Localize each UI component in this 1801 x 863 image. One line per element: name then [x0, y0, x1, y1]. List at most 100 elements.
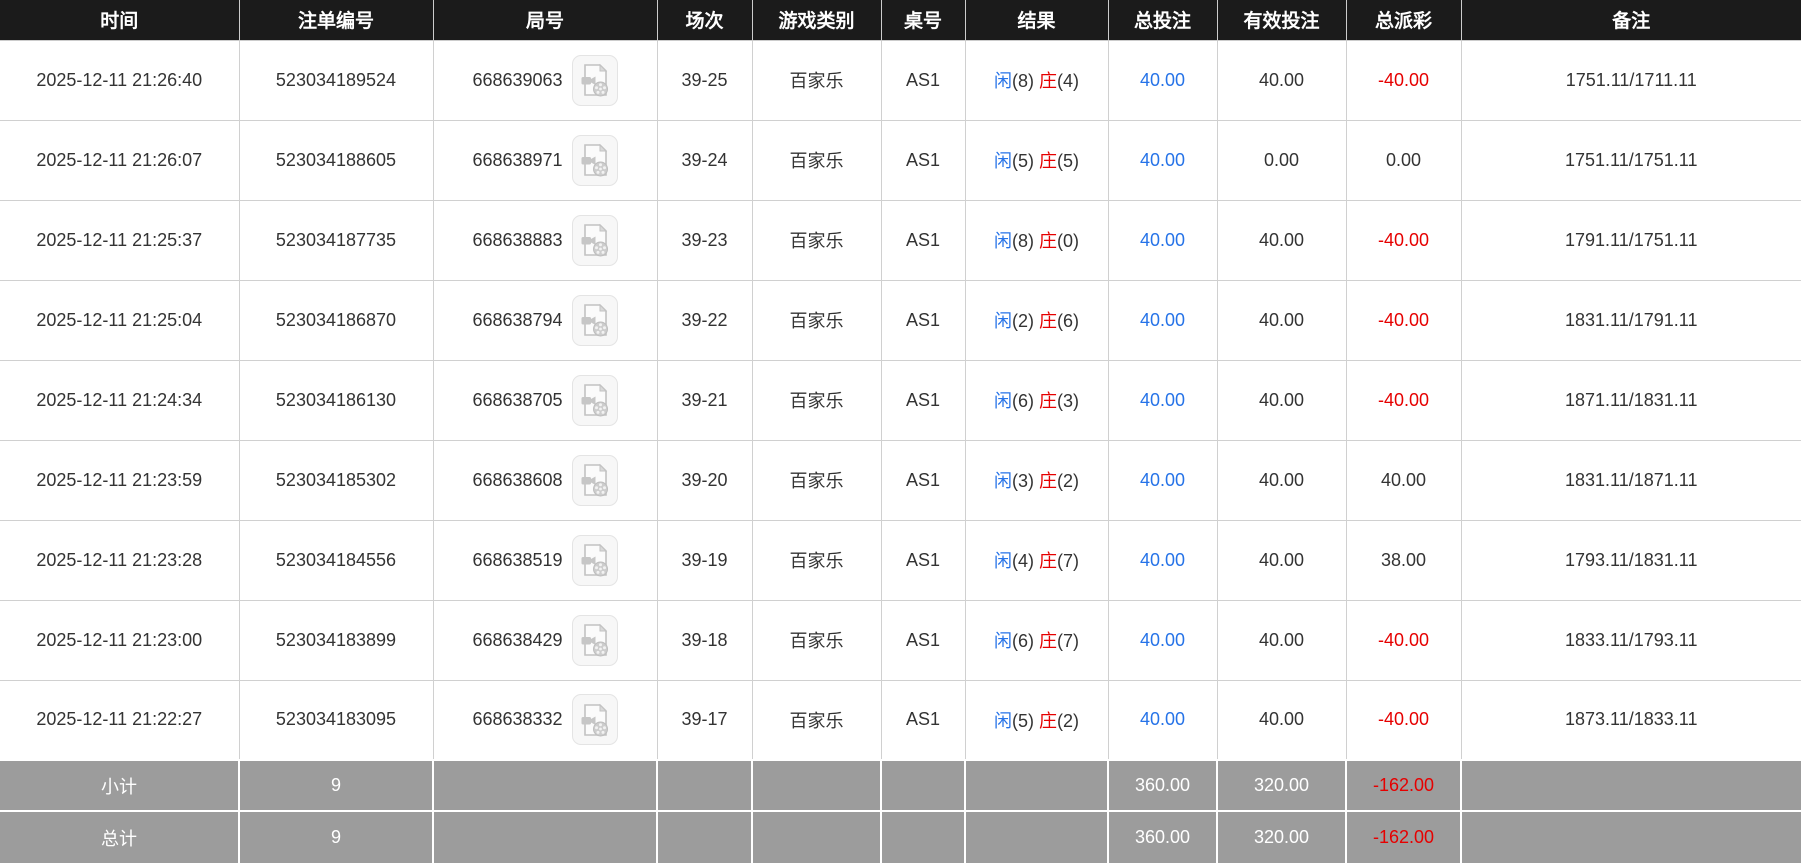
cell-session: 39-20 — [656, 439, 753, 521]
cell-total-bet: 40.00 — [1107, 39, 1218, 121]
video-file-icon — [581, 223, 608, 257]
cell-total-bet: 40.00 — [1107, 439, 1218, 521]
cell-result: 闲(3) 庄(2) — [964, 439, 1109, 521]
round-id-text: 668639063 — [472, 69, 563, 90]
result-player-label: 闲 — [993, 151, 1012, 171]
cell-session: 39-17 — [656, 679, 753, 761]
grandtotal-empty-cell — [656, 810, 753, 863]
cell-result: 闲(6) 庄(3) — [964, 359, 1109, 441]
cell-total-bet: 40.00 — [1107, 199, 1218, 281]
header-valid-bet: 有效投注 — [1216, 0, 1347, 41]
subtotal-empty-cell — [880, 759, 966, 812]
cell-session: 39-23 — [656, 199, 753, 281]
table-body: 2025-12-11 21:26:40 523034189524 6686390… — [0, 39, 1801, 761]
table-row: 2025-12-11 21:23:00 523034183899 6686384… — [0, 599, 1801, 681]
subtotal-empty-cell — [964, 759, 1109, 812]
header-table-no: 桌号 — [880, 0, 966, 41]
grandtotal-count: 9 — [238, 810, 434, 863]
cell-game-type: 百家乐 — [751, 279, 882, 361]
table-row: 2025-12-11 21:25:37 523034187735 6686388… — [0, 199, 1801, 281]
cell-valid-bet: 40.00 — [1216, 679, 1347, 761]
subtotal-empty-cell — [751, 759, 882, 812]
cell-time: 2025-12-11 21:26:40 — [0, 39, 240, 121]
cell-time: 2025-12-11 21:23:59 — [0, 439, 240, 521]
video-file-icon — [581, 543, 608, 577]
cell-round-id: 668638608 — [432, 439, 658, 521]
cell-time: 2025-12-11 21:22:27 — [0, 679, 240, 761]
cell-table-no: AS1 — [880, 199, 966, 281]
header-bet-id: 注单编号 — [238, 0, 434, 41]
result-player-score: (3) — [1011, 471, 1034, 491]
round-id-text: 668638332 — [472, 709, 563, 730]
cell-session: 39-25 — [656, 39, 753, 121]
table-row: 2025-12-11 21:25:04 523034186870 6686387… — [0, 279, 1801, 361]
grandtotal-label: 总计 — [0, 810, 240, 863]
round-id-text: 668638608 — [472, 469, 563, 490]
cell-session: 39-18 — [656, 599, 753, 681]
video-replay-button[interactable] — [571, 694, 618, 746]
round-id-text: 668638794 — [472, 309, 563, 330]
cell-game-type: 百家乐 — [751, 39, 882, 121]
video-replay-button[interactable] — [571, 374, 618, 426]
result-banker-label: 庄 — [1039, 710, 1057, 731]
video-replay-button[interactable] — [571, 134, 618, 186]
result-banker-label: 庄 — [1039, 551, 1057, 571]
result-banker-score: (7) — [1057, 551, 1079, 571]
cell-bet-id: 523034185302 — [238, 439, 434, 521]
cell-payout: -40.00 — [1345, 359, 1462, 441]
cell-table-no: AS1 — [880, 519, 966, 601]
video-replay-button[interactable] — [571, 614, 618, 666]
table-row: 2025-12-11 21:24:34 523034186130 6686387… — [0, 359, 1801, 441]
result-player-label: 闲 — [993, 71, 1012, 91]
round-id-text: 668638971 — [472, 149, 563, 170]
cell-bet-id: 523034183095 — [238, 679, 434, 761]
cell-valid-bet: 40.00 — [1216, 599, 1347, 681]
cell-game-type: 百家乐 — [751, 199, 882, 281]
result-player-label: 闲 — [993, 710, 1012, 731]
cell-time: 2025-12-11 21:23:00 — [0, 599, 240, 681]
cell-time: 2025-12-11 21:25:37 — [0, 199, 240, 281]
result-banker-label: 庄 — [1039, 71, 1057, 91]
video-file-icon — [581, 303, 608, 337]
round-id-text: 668638429 — [472, 629, 563, 650]
cell-remark: 1873.11/1833.11 — [1460, 679, 1801, 761]
table-row: 2025-12-11 21:23:59 523034185302 6686386… — [0, 439, 1801, 521]
header-round-id: 局号 — [432, 0, 658, 41]
cell-bet-id: 523034189524 — [238, 39, 434, 121]
header-payout: 总派彩 — [1345, 0, 1462, 41]
video-replay-button[interactable] — [571, 534, 618, 586]
video-replay-button[interactable] — [571, 54, 618, 106]
header-remark: 备注 — [1460, 0, 1801, 41]
video-replay-button[interactable] — [571, 454, 618, 506]
header-result: 结果 — [964, 0, 1109, 41]
result-banker-label: 庄 — [1039, 311, 1057, 331]
cell-round-id: 668639063 — [432, 39, 658, 121]
result-player-label: 闲 — [993, 551, 1012, 571]
cell-valid-bet: 0.00 — [1216, 119, 1347, 201]
grandtotal-empty-cell — [880, 810, 966, 863]
result-player-score: (8) — [1011, 71, 1034, 91]
cell-remark: 1833.11/1793.11 — [1460, 599, 1801, 681]
result-banker-label: 庄 — [1039, 631, 1057, 651]
result-player-label: 闲 — [993, 311, 1012, 331]
video-replay-button[interactable] — [571, 294, 618, 346]
result-player-label: 闲 — [993, 391, 1012, 411]
cell-bet-id: 523034186130 — [238, 359, 434, 441]
cell-bet-id: 523034187735 — [238, 199, 434, 281]
cell-payout: 38.00 — [1345, 519, 1462, 601]
cell-session: 39-24 — [656, 119, 753, 201]
subtotal-empty-cell — [432, 759, 658, 812]
cell-game-type: 百家乐 — [751, 679, 882, 761]
subtotal-row: 小计 9 360.00 320.00 -162.00 — [0, 759, 1801, 812]
header-total-bet: 总投注 — [1107, 0, 1218, 41]
cell-payout: -40.00 — [1345, 679, 1462, 761]
cell-result: 闲(4) 庄(7) — [964, 519, 1109, 601]
result-banker-score: (6) — [1057, 311, 1079, 331]
video-replay-button[interactable] — [571, 214, 618, 266]
cell-table-no: AS1 — [880, 359, 966, 441]
result-player-score: (2) — [1011, 311, 1034, 331]
result-player-score: (5) — [1011, 151, 1034, 171]
cell-remark: 1791.11/1751.11 — [1460, 199, 1801, 281]
cell-valid-bet: 40.00 — [1216, 39, 1347, 121]
cell-table-no: AS1 — [880, 119, 966, 201]
